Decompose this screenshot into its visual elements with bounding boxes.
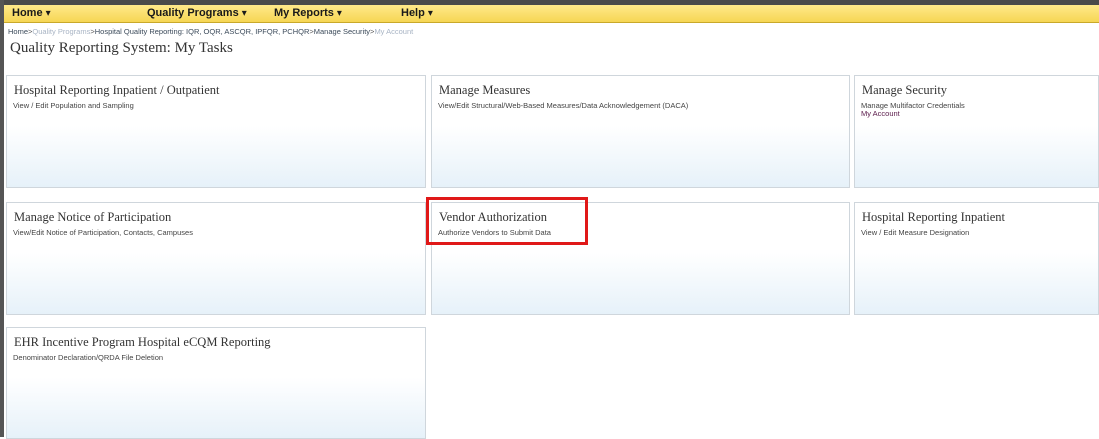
menu-my-reports[interactable]: My Reports ▾ [274,7,342,19]
tile-link-measure-designation[interactable]: View / Edit Measure Designation [861,228,969,237]
tile-manage-measures: Manage Measures View/Edit Structural/Web… [431,75,850,188]
tile-link-structural-measures[interactable]: View/Edit Structural/Web-Based Measures/… [438,101,688,110]
menu-quality-programs[interactable]: Quality Programs ▾ [147,7,247,19]
tile-title: Manage Notice of Participation [14,210,172,224]
menu-quality-programs-label: Quality Programs [147,7,239,19]
chevron-down-icon: ▾ [336,8,342,19]
tile-title: Manage Security [862,83,948,97]
breadcrumb-quality-programs[interactable]: Quality Programs [32,27,90,36]
tile-title: Manage Measures [439,83,531,97]
tile-ehr-incentive-program: EHR Incentive Program Hospital eCQM Repo… [6,327,426,439]
window-left-border [0,0,4,437]
tile-link-population-sampling[interactable]: View / Edit Population and Sampling [13,101,134,110]
chevron-down-icon: ▾ [241,8,247,19]
tile-title: Hospital Reporting Inpatient / Outpatien… [14,83,220,97]
page-title: Quality Reporting System: My Tasks [10,40,233,56]
breadcrumb-hospital-quality-reporting[interactable]: Hospital Quality Reporting: IQR, OQR, AS… [95,27,310,36]
menu-help[interactable]: Help ▾ [401,7,433,19]
tile-link-my-account[interactable]: My Account [861,109,900,118]
breadcrumb-home[interactable]: Home [8,27,28,36]
top-menu-bar: Home ▾ Quality Programs ▾ My Reports ▾ Help… [4,5,1099,23]
tile-manage-security: Manage Security Manage Multifactor Crede… [854,75,1099,188]
breadcrumb: Home>Quality Programs>Hospital Quality R… [8,27,413,36]
tile-vendor-authorization: Vendor Authorization Authorize Vendors t… [431,202,850,315]
tile-hospital-reporting-inpatient: Hospital Reporting Inpatient View / Edit… [854,202,1099,315]
tile-link-denominator-declaration[interactable]: Denominator Declaration/QRDA File Deleti… [13,353,163,362]
menu-my-reports-label: My Reports [274,7,334,19]
tile-title: EHR Incentive Program Hospital eCQM Repo… [14,335,271,349]
menu-home-label: Home [12,7,43,19]
breadcrumb-current: My Account [374,27,414,36]
chevron-down-icon: ▾ [427,8,433,19]
breadcrumb-manage-security[interactable]: Manage Security [314,27,370,36]
menu-help-label: Help [401,7,425,19]
tile-title: Vendor Authorization [439,210,547,224]
tile-hospital-reporting-inpatient-outpatient: Hospital Reporting Inpatient / Outpatien… [6,75,426,188]
tile-title: Hospital Reporting Inpatient [862,210,1006,224]
menu-home[interactable]: Home ▾ [12,7,51,19]
tile-link-notice-of-participation[interactable]: View/Edit Notice of Participation, Conta… [13,228,193,237]
tile-link-authorize-vendors[interactable]: Authorize Vendors to Submit Data [438,228,551,237]
chevron-down-icon: ▾ [45,8,51,19]
tile-manage-notice-of-participation: Manage Notice of Participation View/Edit… [6,202,426,315]
